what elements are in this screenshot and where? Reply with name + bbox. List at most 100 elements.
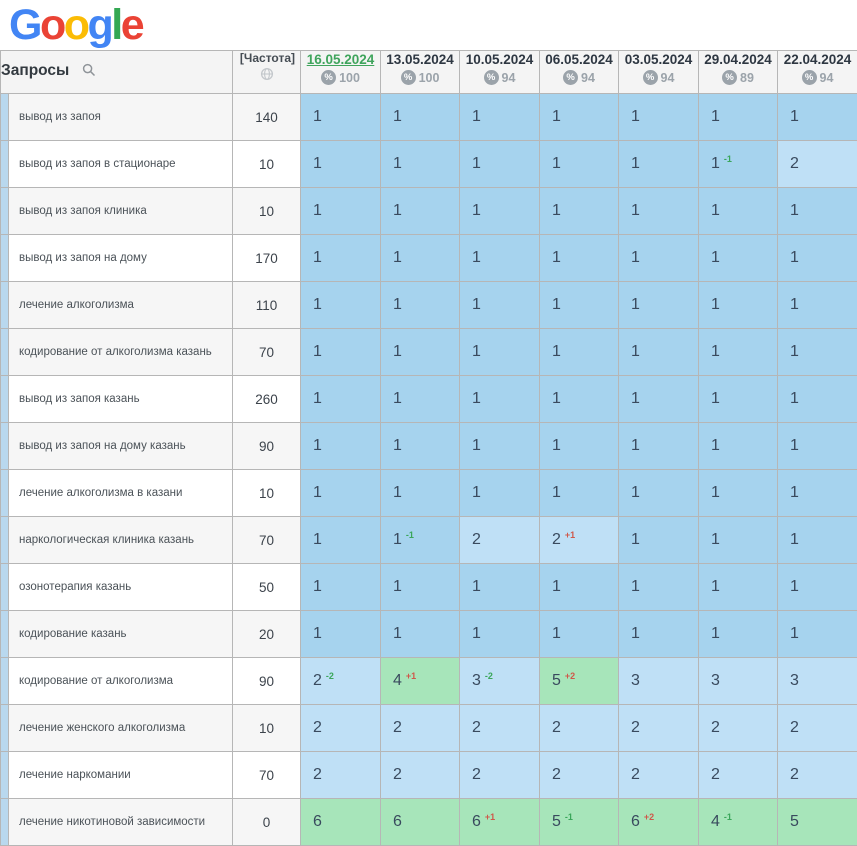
query-cell[interactable]: вывод из запоя [9,94,233,141]
position-cell: 1 [540,329,619,376]
position-value: 1 [631,296,640,313]
visibility-score: %94 [619,70,698,85]
query-cell[interactable]: лечение наркомании [9,752,233,799]
position-cell: 1 [699,235,778,282]
visibility-score: %100 [381,70,459,85]
position-delta: -2 [485,671,493,681]
row-group-strip [1,517,9,564]
position-cell: 5+2 [540,658,619,705]
date-column-header: 06.05.2024%94 [540,51,619,94]
position-cell: 1-1 [381,517,460,564]
row-group-strip [1,94,9,141]
date-link-current[interactable]: 16.05.2024 [307,52,375,67]
position-cell: 3 [699,658,778,705]
position-value: 1 [313,343,322,360]
position-cell: 1 [301,235,381,282]
frequency-column-header: [Частота] [233,51,301,94]
query-cell[interactable]: вывод из запоя казань [9,376,233,423]
position-cell: 1 [381,329,460,376]
percent-icon: % [563,70,578,85]
position-value: 1 [393,249,402,266]
logo-letter: o [40,1,64,50]
position-cell: 2 [699,705,778,752]
position-value: 2 [790,155,799,172]
table-header-row: Запросы [Частота] 16.05.2024%10013.05.20… [1,51,857,94]
position-cell: 1 [540,282,619,329]
visibility-score: %100 [301,70,380,85]
position-cell: 1 [540,376,619,423]
position-value: 2 [472,531,481,548]
position-value: 2 [711,719,720,736]
table-row: кодирование казань201111111 [1,611,857,658]
row-group-strip [1,235,9,282]
google-logo: Google [0,0,857,50]
position-cell: 1 [460,282,540,329]
position-cell: 1 [301,611,381,658]
position-cell: 1 [460,141,540,188]
date-link[interactable]: 13.05.2024 [386,52,454,67]
position-cell: 1 [301,94,381,141]
frequency-cell: 90 [233,423,301,470]
position-delta: -1 [565,812,573,822]
position-delta: +1 [406,671,416,681]
position-value: 1 [631,108,640,125]
date-link[interactable]: 29.04.2024 [704,52,772,67]
position-value: 1 [631,484,640,501]
position-value: 1 [631,531,640,548]
query-cell[interactable]: вывод из запоя клиника [9,188,233,235]
query-cell[interactable]: лечение алкоголизма [9,282,233,329]
position-cell: 1 [699,470,778,517]
position-cell: 1 [699,611,778,658]
query-cell[interactable]: лечение алкоголизма в казани [9,470,233,517]
query-cell[interactable]: лечение никотиновой зависимости [9,799,233,846]
position-cell: 1 [460,611,540,658]
position-value: 1 [313,531,322,548]
date-link[interactable]: 03.05.2024 [625,52,693,67]
position-cell: 1 [301,376,381,423]
score-value: 100 [419,71,440,85]
search-icon[interactable] [82,64,96,81]
position-cell: 1 [699,517,778,564]
position-cell: 1 [778,282,857,329]
position-cell: 1 [778,188,857,235]
date-link[interactable]: 10.05.2024 [466,52,534,67]
query-cell[interactable]: лечение женского алкоголизма [9,705,233,752]
percent-icon: % [321,70,336,85]
position-cell: 1 [540,564,619,611]
position-value: 1 [631,390,640,407]
position-delta: +2 [644,812,654,822]
date-link[interactable]: 06.05.2024 [545,52,613,67]
date-link[interactable]: 22.04.2024 [784,52,852,67]
position-delta: -2 [326,671,334,681]
query-cell[interactable]: кодирование казань [9,611,233,658]
position-cell: 1 [778,564,857,611]
position-value: 1 [711,531,720,548]
position-cell: 1 [460,376,540,423]
visibility-score: %94 [460,70,539,85]
position-cell: 2 [460,752,540,799]
query-cell[interactable]: кодирование от алкоголизма [9,658,233,705]
position-value: 1 [552,437,561,454]
position-value: 3 [711,672,720,689]
query-cell[interactable]: наркологическая клиника казань [9,517,233,564]
visibility-score: %89 [699,70,777,85]
query-cell[interactable]: кодирование от алкоголизма казань [9,329,233,376]
position-cell: 1 [381,235,460,282]
position-cell: 1 [699,188,778,235]
position-cell: 1 [619,470,699,517]
table-row: вывод из запоя в стационаре10111111-12 [1,141,857,188]
position-value: 1 [790,296,799,313]
position-cell: 6 [381,799,460,846]
query-cell[interactable]: вывод из запоя в стационаре [9,141,233,188]
position-cell: 1 [381,94,460,141]
query-cell[interactable]: озонотерапия казань [9,564,233,611]
percent-icon: % [401,70,416,85]
position-value: 1 [313,625,322,642]
query-cell[interactable]: вывод из запоя на дому казань [9,423,233,470]
score-value: 94 [820,71,834,85]
position-value: 1 [472,578,481,595]
frequency-cell: 70 [233,752,301,799]
position-cell: 1 [301,423,381,470]
query-cell[interactable]: вывод из запоя на дому [9,235,233,282]
date-column-header: 22.04.2024%94 [778,51,857,94]
